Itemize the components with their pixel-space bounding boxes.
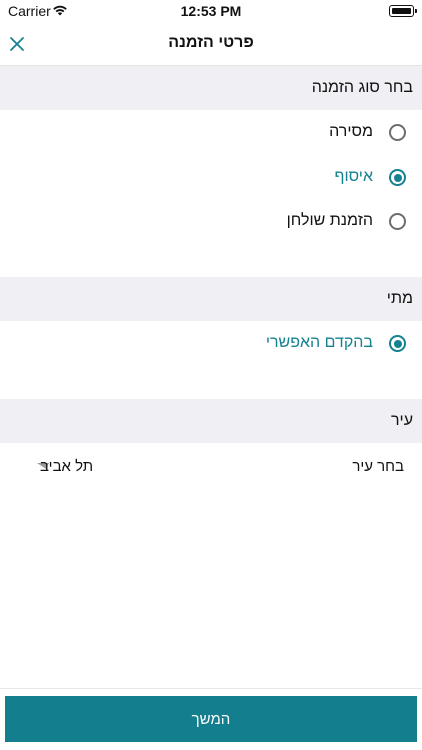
city-section-header: עיר: [0, 399, 422, 443]
city-select-value[interactable]: תל אביב: [40, 458, 93, 475]
option-label: בהקדם האפשרי: [265, 334, 373, 351]
city-prompt-label: בחר עיר: [352, 458, 404, 475]
order-type-option-table-reservation[interactable]: הזמנת שולחן: [0, 199, 422, 245]
option-label: הזמנת שולחן: [286, 212, 373, 229]
status-time: 12:53 PM: [180, 3, 242, 19]
footer-divider: [0, 688, 422, 689]
when-option-asap[interactable]: בהקדם האפשרי: [0, 321, 422, 367]
page-title: פרטי הזמנה: [168, 34, 254, 51]
radio-unselected-icon[interactable]: [389, 213, 406, 230]
when-section-header: מתי: [0, 277, 422, 321]
radio-selected-icon[interactable]: [389, 169, 406, 186]
order-type-section-header: בחר סוג הזמנה: [0, 66, 422, 110]
order-type-option-pickup[interactable]: איסוף: [0, 155, 422, 201]
order-type-heading: בחר סוג הזמנה: [311, 79, 413, 96]
continue-button[interactable]: המשך: [5, 696, 417, 742]
city-picker[interactable]: בחר עיר תל אביב: [0, 444, 422, 490]
radio-unselected-icon[interactable]: [389, 124, 406, 141]
option-label: מסירה: [329, 123, 373, 140]
battery-icon: [389, 5, 417, 17]
order-type-option-delivery[interactable]: מסירה: [0, 110, 422, 156]
when-heading: מתי: [386, 290, 413, 307]
navigation-bar: פרטי הזמנה: [0, 22, 422, 66]
city-heading: עיר: [390, 412, 413, 429]
status-bar: Carrier 12:53 PM: [0, 0, 422, 22]
option-label: איסוף: [334, 168, 374, 185]
radio-selected-icon[interactable]: [389, 335, 406, 352]
